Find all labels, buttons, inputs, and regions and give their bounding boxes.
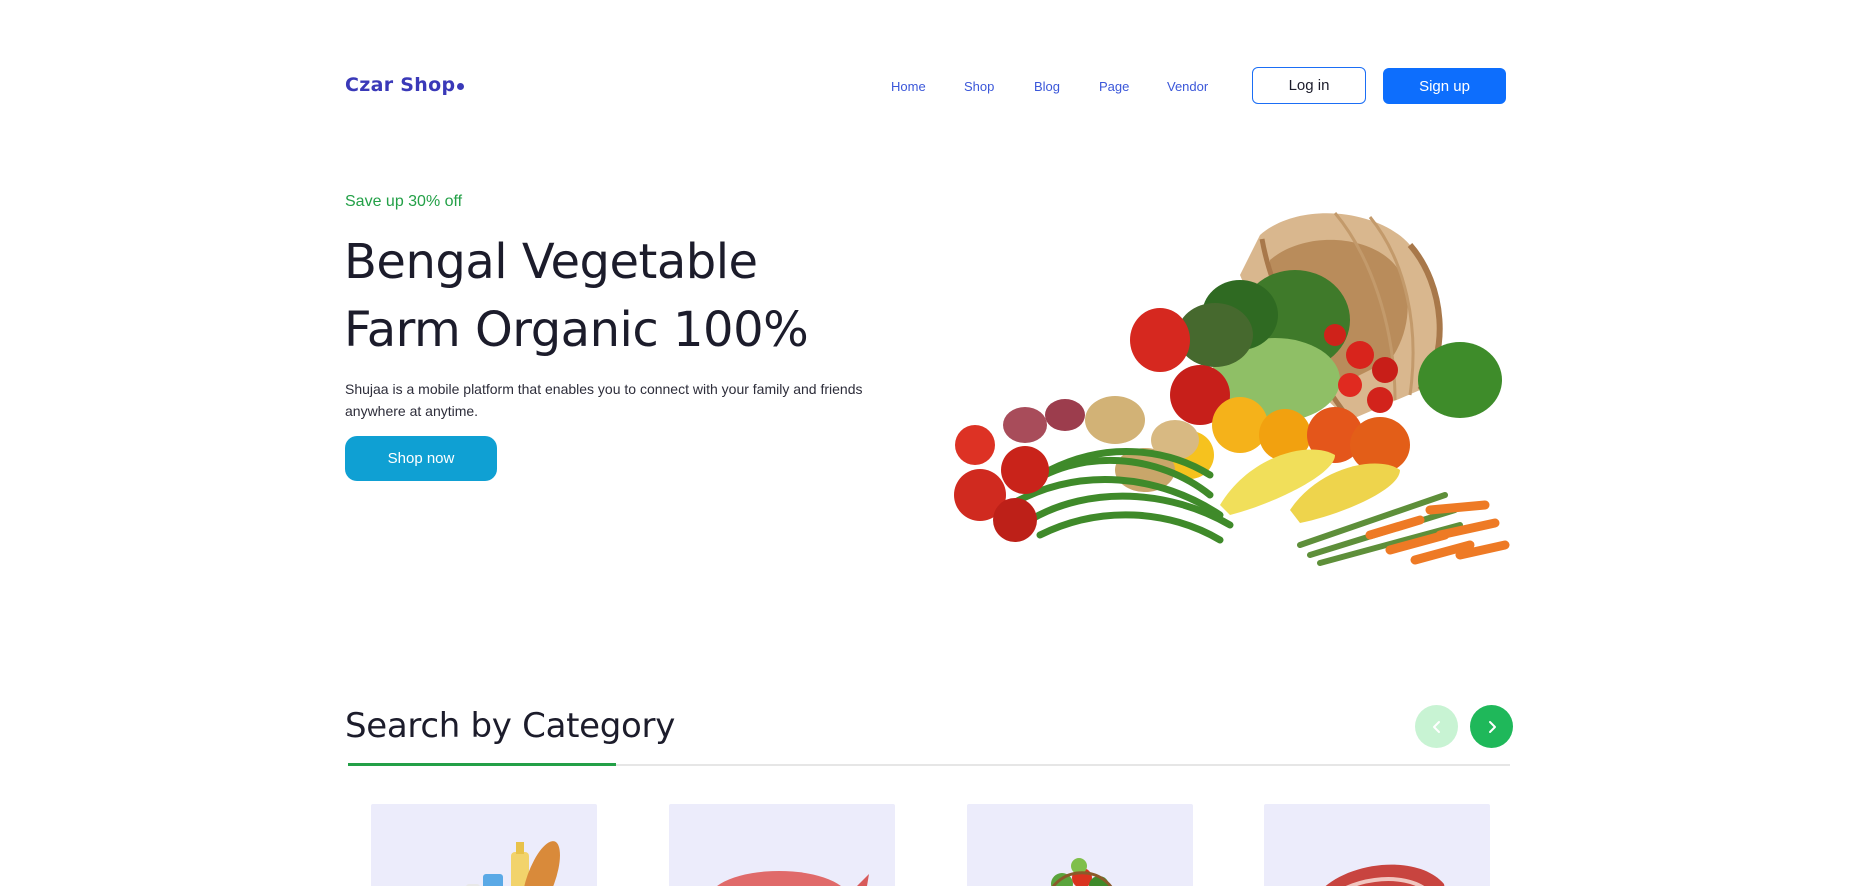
fish-image — [717, 871, 869, 886]
shop-now-button[interactable]: Shop now — [345, 436, 497, 481]
logo[interactable]: Czar Shop — [345, 74, 465, 96]
category-card[interactable] — [669, 804, 895, 886]
category-card[interactable] — [1264, 804, 1490, 886]
grocery-image — [466, 841, 560, 886]
signup-button[interactable]: Sign up — [1383, 68, 1506, 104]
fruit-basket-image — [1051, 858, 1113, 886]
nav-blog[interactable]: Blog — [1034, 79, 1060, 94]
hero-title-line1: Bengal Vegetable — [344, 234, 758, 290]
nav-page[interactable]: Page — [1099, 79, 1129, 94]
category-title: Search by Category — [345, 706, 676, 746]
logo-text: Czar Shop — [345, 74, 456, 96]
category-next-button[interactable] — [1470, 705, 1513, 748]
hero-description-line1: Shujaa is a mobile platform that enables… — [345, 381, 863, 397]
chevron-right-icon — [1488, 720, 1496, 733]
chevron-left-icon — [1432, 720, 1440, 733]
category-prev-button[interactable] — [1415, 705, 1458, 748]
nav-home[interactable]: Home — [891, 79, 926, 94]
nav-vendor[interactable]: Vendor — [1167, 79, 1208, 94]
category-divider-accent — [348, 763, 616, 766]
vegetable-basket-image — [954, 212, 1510, 566]
page: Czar Shop Home Shop Blog Page Vendor Log… — [0, 0, 1861, 886]
hero-description-line2: anywhere at anytime. — [345, 403, 479, 419]
nav-shop[interactable]: Shop — [964, 79, 994, 94]
logo-dot-icon — [457, 83, 465, 90]
category-card[interactable] — [967, 804, 1193, 886]
hero-title: Bengal Vegetable Farm Organic 100% — [344, 228, 864, 364]
meat-image — [1325, 864, 1445, 886]
hero-description: Shujaa is a mobile platform that enables… — [345, 378, 915, 422]
category-card[interactable] — [371, 804, 597, 886]
hero-eyebrow: Save up 30% off — [345, 193, 463, 210]
login-button[interactable]: Log in — [1252, 67, 1366, 104]
hero-title-line2: Farm Organic 100% — [344, 302, 809, 358]
